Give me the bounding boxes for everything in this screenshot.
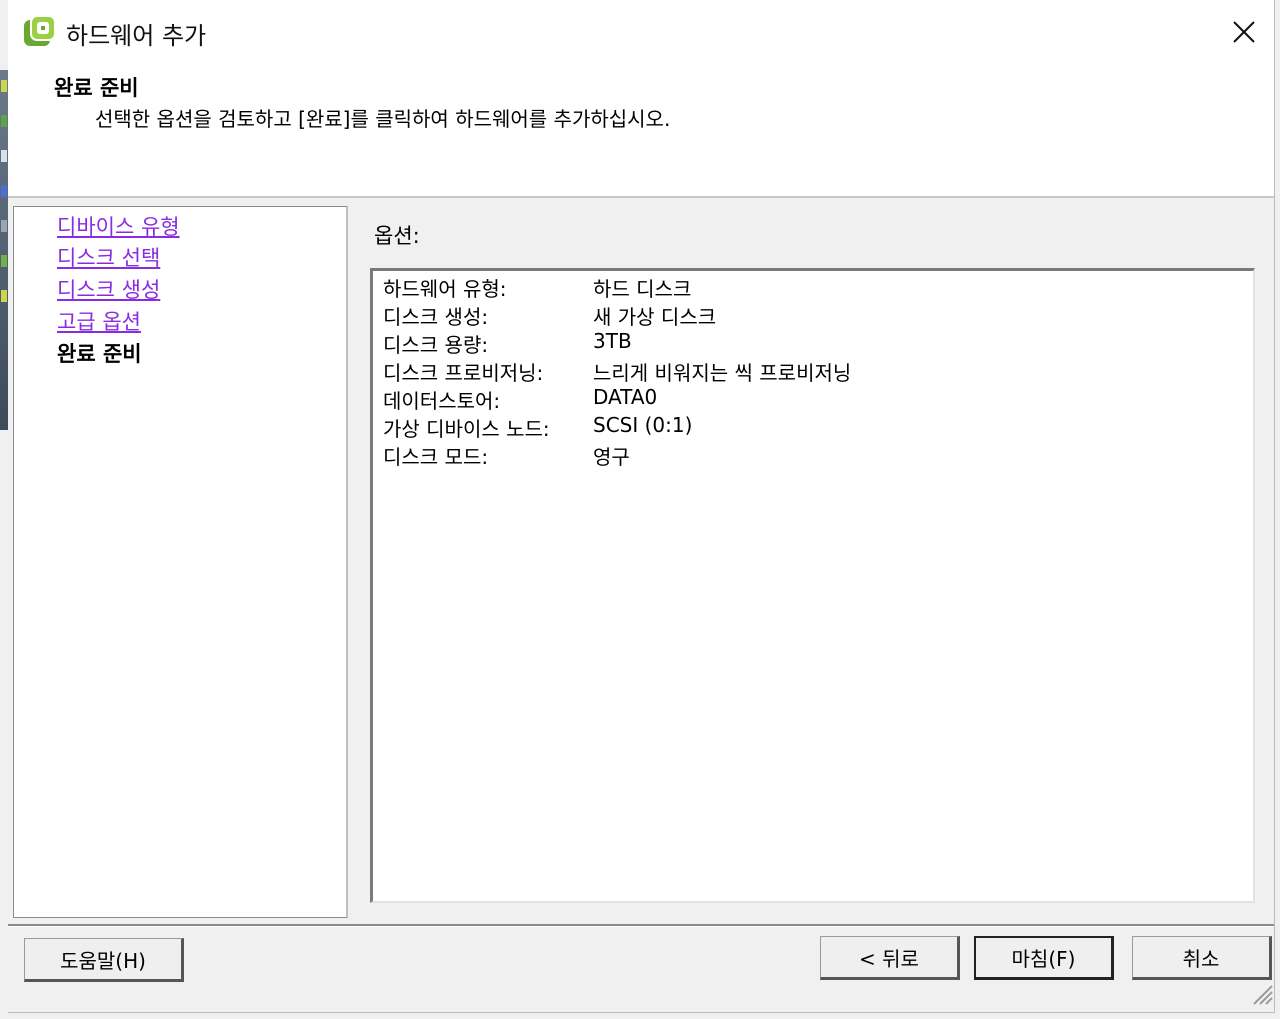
dialog-header: 하드웨어 추가 완료 준비 선택한 옵션을 검토하고 [완료]를 클릭하여 하드…: [8, 0, 1274, 198]
back-button[interactable]: < 뒤로: [820, 936, 960, 980]
option-value: 3TB: [593, 329, 632, 353]
vsphere-app-icon: [24, 15, 56, 46]
footer-divider: [8, 924, 1274, 927]
option-key: 디스크 모드:: [383, 445, 489, 469]
nav-step-advanced-options[interactable]: 고급 옵션: [57, 306, 141, 336]
add-hardware-dialog: 하드웨어 추가 완료 준비 선택한 옵션을 검토하고 [완료]를 클릭하여 하드…: [8, 0, 1275, 1013]
option-value: 새 가상 디스크: [593, 305, 717, 329]
option-value: 하드 디스크: [593, 277, 692, 301]
nav-step-create-disk[interactable]: 디스크 생성: [57, 274, 160, 304]
option-value: 느리게 비워지는 씩 프로비저닝: [593, 361, 852, 385]
option-value: SCSI (0:1): [593, 413, 693, 437]
option-key: 가상 디바이스 노드:: [383, 417, 550, 441]
option-key: 하드웨어 유형:: [383, 277, 507, 301]
options-label: 옵션:: [374, 224, 420, 248]
option-key: 디스크 프로비저닝:: [383, 361, 544, 385]
wizard-steps-panel: 디바이스 유형 디스크 선택 디스크 생성 고급 옵션 완료 준비: [13, 206, 348, 918]
option-value: 영구: [593, 445, 630, 469]
options-summary-box: 하드웨어 유형: 하드 디스크 디스크 생성: 새 가상 디스크 디스크 용량:…: [370, 268, 1255, 903]
close-button[interactable]: [1228, 16, 1260, 48]
dialog-title: 하드웨어 추가: [66, 22, 207, 50]
cancel-button[interactable]: 취소: [1132, 936, 1272, 980]
nav-step-ready-to-complete: 완료 준비: [57, 342, 142, 366]
resize-grip-icon[interactable]: [1248, 980, 1274, 1006]
step-title: 완료 준비: [54, 76, 139, 100]
option-key: 디스크 용량:: [383, 333, 489, 357]
option-value: DATA0: [593, 385, 658, 409]
step-description: 선택한 옵션을 검토하고 [완료]를 클릭하여 하드웨어를 추가하십시오.: [95, 107, 671, 131]
help-button[interactable]: 도움말(H): [24, 938, 184, 982]
close-icon: [1233, 21, 1255, 43]
option-key: 디스크 생성:: [383, 305, 489, 329]
nav-step-select-disk[interactable]: 디스크 선택: [57, 242, 160, 272]
nav-step-device-type[interactable]: 디바이스 유형: [57, 211, 180, 241]
option-key: 데이터스토어:: [383, 389, 501, 413]
finish-button[interactable]: 마침(F): [974, 936, 1114, 980]
